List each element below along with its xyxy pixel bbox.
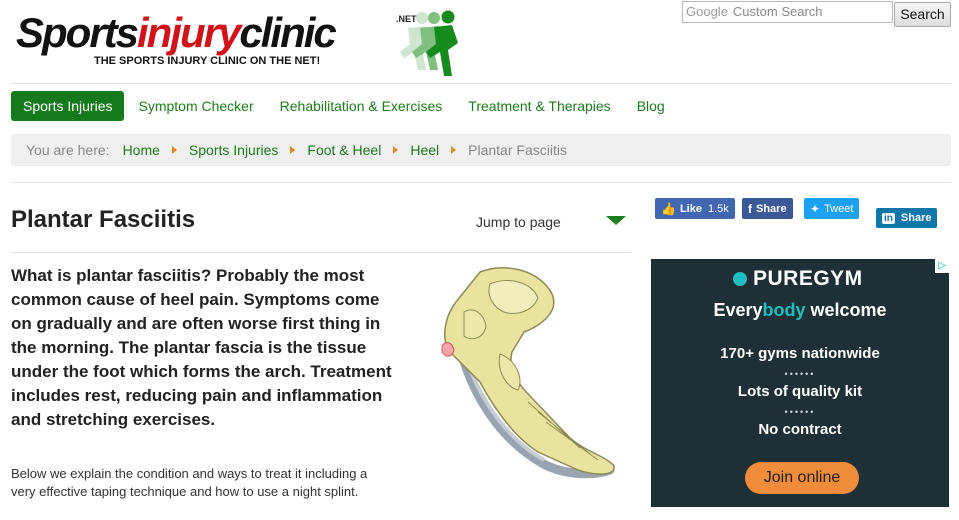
title-divider [11,252,631,253]
search-button[interactable]: Search [894,2,951,27]
like-label: Like [679,202,702,215]
search-input[interactable]: Google Custom Search [682,1,893,23]
breadcrumb-arrow-icon [393,146,399,154]
ad-headline-part1: Every [713,300,763,320]
thumbs-up-icon: 👍 [661,201,676,216]
facebook-icon: f [748,201,752,216]
page: Sportsinjuryclinic .NET THE SPORTS INJUR… [0,0,959,520]
foot-skeleton-illustration [441,267,615,479]
content-divider [11,182,951,183]
logo-tagline: THE SPORTS INJURY CLINIC ON THE NET! [94,55,321,67]
google-brand: Google [686,4,728,19]
search-placeholder: Custom Search [732,4,823,19]
nav-sports-injuries[interactable]: Sports Injuries [11,91,125,121]
nav-treatment[interactable]: Treatment & Therapies [456,91,622,121]
nav-rehabilitation[interactable]: Rehabilitation & Exercises [268,91,455,121]
breadcrumb-sports-injuries[interactable]: Sports Injuries [189,142,278,158]
header-divider [11,83,951,84]
facebook-share-button[interactable]: f Share [742,198,793,219]
facebook-like-button[interactable]: 👍 Like 1.5k [655,198,735,219]
ad-line-gyms: 170+ gyms nationwide [720,345,880,362]
breadcrumb-arrow-icon [290,146,296,154]
breadcrumb-current: Plantar Fasciitis [468,142,567,158]
breadcrumb-arrow-icon [171,146,177,154]
ad-brand: PUREGYM [733,267,863,291]
ad-line-kit: Lots of quality kit [737,383,863,400]
join-online-button[interactable]: Join online [745,462,859,494]
breadcrumb-heel[interactable]: Heel [410,142,439,158]
main-nav: Sports Injuries Symptom Checker Rehabili… [11,91,679,121]
jump-to-page-label[interactable]: Jump to page [476,214,561,230]
breadcrumb: You are here: Home Sports Injuries Foot … [11,134,951,166]
linkedin-share-label: Share [900,212,932,224]
tweet-button[interactable]: ✦ Tweet [804,198,860,219]
runner-icon [400,10,458,76]
article-intro: Below we explain the condition and ways … [11,466,368,499]
ad-dots-divider: •••••• [784,369,816,379]
twitter-bird-icon: ✦ [810,201,821,216]
ad-brand-name: PUREGYM [753,267,863,290]
site-logo[interactable]: Sportsinjuryclinic .NET THE SPORTS INJUR… [16,9,458,76]
nav-blog[interactable]: Blog [625,91,677,121]
article-lead: What is plantar fasciitis? Probably the … [11,266,392,429]
facebook-share-label: Share [756,202,787,215]
logo-wordmark: Sportsinjuryclinic [16,9,337,56]
like-count: 1.5k [707,202,729,215]
ad-headline-part3: welcome [805,300,887,320]
ad-headline: Everybody welcome [651,300,949,321]
adchoices-icon[interactable]: ▷ [935,259,949,273]
nav-symptom-checker[interactable]: Symptom Checker [126,91,265,121]
chevron-down-icon[interactable] [606,216,626,225]
breadcrumb-home[interactable]: Home [123,142,160,158]
puregym-advert[interactable]: ▷ PUREGYM Everybody welcome 170+ gyms na… [651,259,949,507]
linkedin-share-button[interactable]: in Share [876,208,938,228]
puregym-logo-dot-icon [733,272,747,286]
ad-line-contract: No contract [758,421,842,438]
linkedin-icon: in [882,212,895,224]
ad-dots-divider: •••••• [784,407,816,417]
breadcrumb-foot-heel[interactable]: Foot & Heel [307,142,381,158]
page-title: Plantar Fasciitis [11,206,196,233]
tweet-label: Tweet [824,202,854,215]
breadcrumb-label: You are here: [26,142,110,158]
breadcrumb-arrow-icon [451,146,457,154]
ad-headline-highlight: body [762,300,806,320]
